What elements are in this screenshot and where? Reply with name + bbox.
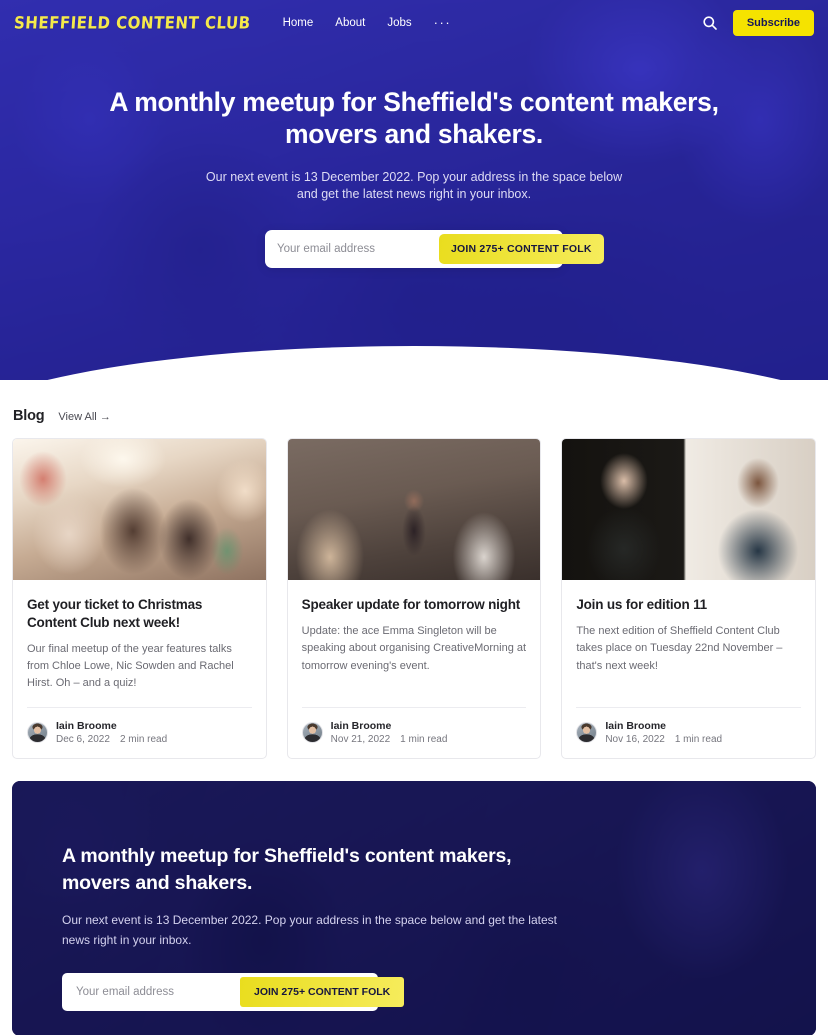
hero-email-input[interactable]: [269, 237, 439, 262]
post-read-time: 2 min read: [119, 733, 168, 745]
hero-signup-form: JOIN 275+ CONTENT FOLK: [265, 230, 604, 269]
blog-card-body: Speaker update for tomorrow night Update…: [288, 580, 541, 693]
blog-card-grid: Get your ticket to Christmas Content Clu…: [12, 438, 816, 760]
blog-card-excerpt: Update: the ace Emma Singleton will be s…: [301, 624, 527, 672]
header-actions: Subscribe: [701, 9, 814, 36]
primary-nav: Home About Jobs ···: [283, 16, 452, 29]
view-all-label: View All: [58, 411, 97, 423]
cta-section-wrapper: A monthly meetup for Sheffield's content…: [0, 759, 828, 1035]
blog-card-footer: Iain Broome Dec 6, 2022 2 min read: [27, 706, 252, 747]
cta-subtitle: Our next event is 13 December 2022. Pop …: [62, 912, 557, 948]
avatar: [301, 722, 323, 744]
author-name: Iain Broome: [605, 719, 667, 732]
cta-signup-form: JOIN 275+ CONTENT FOLK: [62, 972, 405, 1011]
post-meta: Dec 6, 2022 2 min read: [56, 733, 167, 747]
blog-section-header: Blog View All →: [12, 408, 816, 424]
meetup-tables-photo: [13, 439, 266, 580]
blog-view-all-link[interactable]: View All →: [58, 411, 110, 423]
two-speakers-portrait-photo: [562, 439, 815, 580]
more-menu-icon[interactable]: ···: [434, 16, 452, 29]
post-meta: Nov 16, 2022 1 min read: [605, 733, 722, 747]
avatar: [576, 722, 598, 744]
blog-card-excerpt: The next edition of Sheffield Content Cl…: [576, 624, 783, 672]
post-date: Nov 21, 2022: [330, 733, 391, 745]
post-date: Nov 16, 2022: [605, 733, 665, 745]
subscribe-button[interactable]: Subscribe: [732, 9, 814, 36]
cta-signup-button[interactable]: JOIN 275+ CONTENT FOLK: [240, 976, 405, 1007]
nav-item-about[interactable]: About: [335, 17, 365, 29]
blog-card-body: Get your ticket to Christmas Content Clu…: [13, 580, 266, 693]
page-root: SHEFFIELD CONTENT CLUB Home About Jobs ·…: [0, 0, 828, 1035]
hero-section: SHEFFIELD CONTENT CLUB Home About Jobs ·…: [0, 0, 828, 380]
post-read-time: 1 min read: [400, 733, 448, 745]
blog-card[interactable]: Get your ticket to Christmas Content Clu…: [12, 438, 267, 760]
blog-card-meta: Iain Broome Dec 6, 2022 2 min read: [56, 719, 167, 747]
nav-item-home[interactable]: Home: [283, 17, 314, 29]
hero-title: A monthly meetup for Sheffield's content…: [109, 87, 719, 150]
search-icon: [702, 15, 718, 31]
blog-heading: Blog: [13, 408, 45, 424]
blog-card[interactable]: Join us for edition 11 The next edition …: [561, 438, 816, 760]
post-meta: Nov 21, 2022 1 min read: [331, 733, 448, 747]
blog-card[interactable]: Speaker update for tomorrow night Update…: [286, 438, 542, 760]
post-date: Dec 6, 2022: [56, 733, 110, 745]
hero-subtitle: Our next event is 13 December 2022. Pop …: [205, 169, 623, 202]
blog-section: Blog View All → Get your ticket to Chris…: [0, 380, 828, 760]
cta-content: A monthly meetup for Sheffield's content…: [62, 843, 766, 1011]
hero-signup-button[interactable]: JOIN 275+ CONTENT FOLK: [439, 234, 604, 265]
blog-card-title[interactable]: Get your ticket to Christmas Content Clu…: [27, 596, 252, 632]
blog-card-title[interactable]: Join us for edition 11: [576, 596, 801, 614]
cta-email-input[interactable]: [66, 979, 240, 1004]
author-name: Iain Broome: [56, 719, 117, 732]
blog-card-footer: Iain Broome Nov 21, 2022 1 min read: [301, 706, 527, 747]
blog-card-excerpt: Our final meetup of the year features ta…: [27, 642, 234, 690]
avatar: [27, 722, 48, 744]
cta-section: A monthly meetup for Sheffield's content…: [12, 781, 816, 1035]
arrow-right-icon: →: [99, 411, 111, 423]
blog-card-meta: Iain Broome Nov 21, 2022 1 min read: [331, 719, 448, 747]
blog-card-meta: Iain Broome Nov 16, 2022 1 min read: [605, 719, 722, 747]
blog-card-title[interactable]: Speaker update for tomorrow night: [302, 596, 527, 614]
blog-card-body: Join us for edition 11 The next edition …: [562, 580, 815, 693]
author-name: Iain Broome: [330, 719, 392, 732]
speaker-audience-photo: [287, 439, 541, 580]
nav-item-jobs[interactable]: Jobs: [387, 17, 411, 29]
post-read-time: 1 min read: [674, 733, 723, 745]
site-header: SHEFFIELD CONTENT CLUB Home About Jobs ·…: [0, 0, 828, 45]
search-button[interactable]: [701, 14, 719, 32]
site-logo[interactable]: SHEFFIELD CONTENT CLUB: [13, 12, 251, 32]
blog-card-footer: Iain Broome Nov 16, 2022 1 min read: [576, 706, 801, 747]
cta-title: A monthly meetup for Sheffield's content…: [62, 845, 512, 894]
